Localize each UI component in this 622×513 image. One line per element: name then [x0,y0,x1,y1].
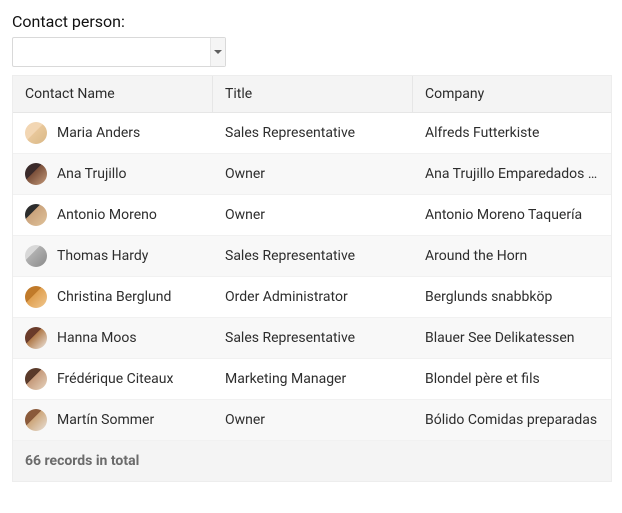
company-cell: Antonio Moreno Taquería [413,198,611,232]
table-row[interactable]: Ana Trujillo Owner Ana Trujillo Empareda… [13,154,611,195]
contact-name-cell: Hanna Moos [57,330,137,346]
company-cell: Alfreds Futterkiste [413,116,611,150]
avatar [25,368,47,390]
contact-name-cell: Ana Trujillo [57,166,127,182]
title-cell: Sales Representative [213,239,413,273]
grid-header: Contact Name Title Company [13,76,611,113]
contact-name-cell: Frédérique Citeaux [57,371,173,387]
column-header-title[interactable]: Title [213,76,413,112]
contact-person-combobox[interactable] [12,37,226,67]
grid-body: Maria Anders Sales Representative Alfred… [13,113,611,441]
company-cell: Bólido Comidas preparadas [413,403,611,437]
company-cell: Ana Trujillo Emparedados y helados [413,157,611,191]
company-cell: Around the Horn [413,239,611,273]
avatar [25,245,47,267]
avatar [25,286,47,308]
column-header-contact-name[interactable]: Contact Name [13,76,213,112]
contact-name-cell: Antonio Moreno [57,207,157,223]
title-cell: Owner [213,198,413,232]
combobox-toggle-button[interactable] [210,38,225,66]
company-cell: Blondel père et fils [413,362,611,396]
avatar [25,409,47,431]
contact-person-label: Contact person: [12,12,610,31]
table-row[interactable]: Martín Sommer Owner Bólido Comidas prepa… [13,400,611,441]
title-cell: Marketing Manager [213,362,413,396]
table-row[interactable]: Christina Berglund Order Administrator B… [13,277,611,318]
table-row[interactable]: Thomas Hardy Sales Representative Around… [13,236,611,277]
company-cell: Berglunds snabbköp [413,280,611,314]
grid-footer-summary: 66 records in total [13,441,611,481]
company-cell: Blauer See Delikatessen [413,321,611,355]
contacts-grid: Contact Name Title Company Maria Anders … [12,75,612,482]
table-row[interactable]: Hanna Moos Sales Representative Blauer S… [13,318,611,359]
contact-person-input[interactable] [13,38,210,66]
title-cell: Owner [213,157,413,191]
avatar [25,327,47,349]
table-row[interactable]: Antonio Moreno Owner Antonio Moreno Taqu… [13,195,611,236]
avatar [25,122,47,144]
avatar [25,163,47,185]
title-cell: Sales Representative [213,116,413,150]
contact-name-cell: Maria Anders [57,125,140,141]
avatar [25,204,47,226]
title-cell: Owner [213,403,413,437]
column-header-company[interactable]: Company [413,76,611,112]
table-row[interactable]: Frédérique Citeaux Marketing Manager Blo… [13,359,611,400]
title-cell: Sales Representative [213,321,413,355]
contact-name-cell: Martín Sommer [57,412,154,428]
chevron-down-icon [213,47,223,57]
table-row[interactable]: Maria Anders Sales Representative Alfred… [13,113,611,154]
contact-name-cell: Christina Berglund [57,289,171,305]
title-cell: Order Administrator [213,280,413,314]
contact-name-cell: Thomas Hardy [57,248,148,264]
